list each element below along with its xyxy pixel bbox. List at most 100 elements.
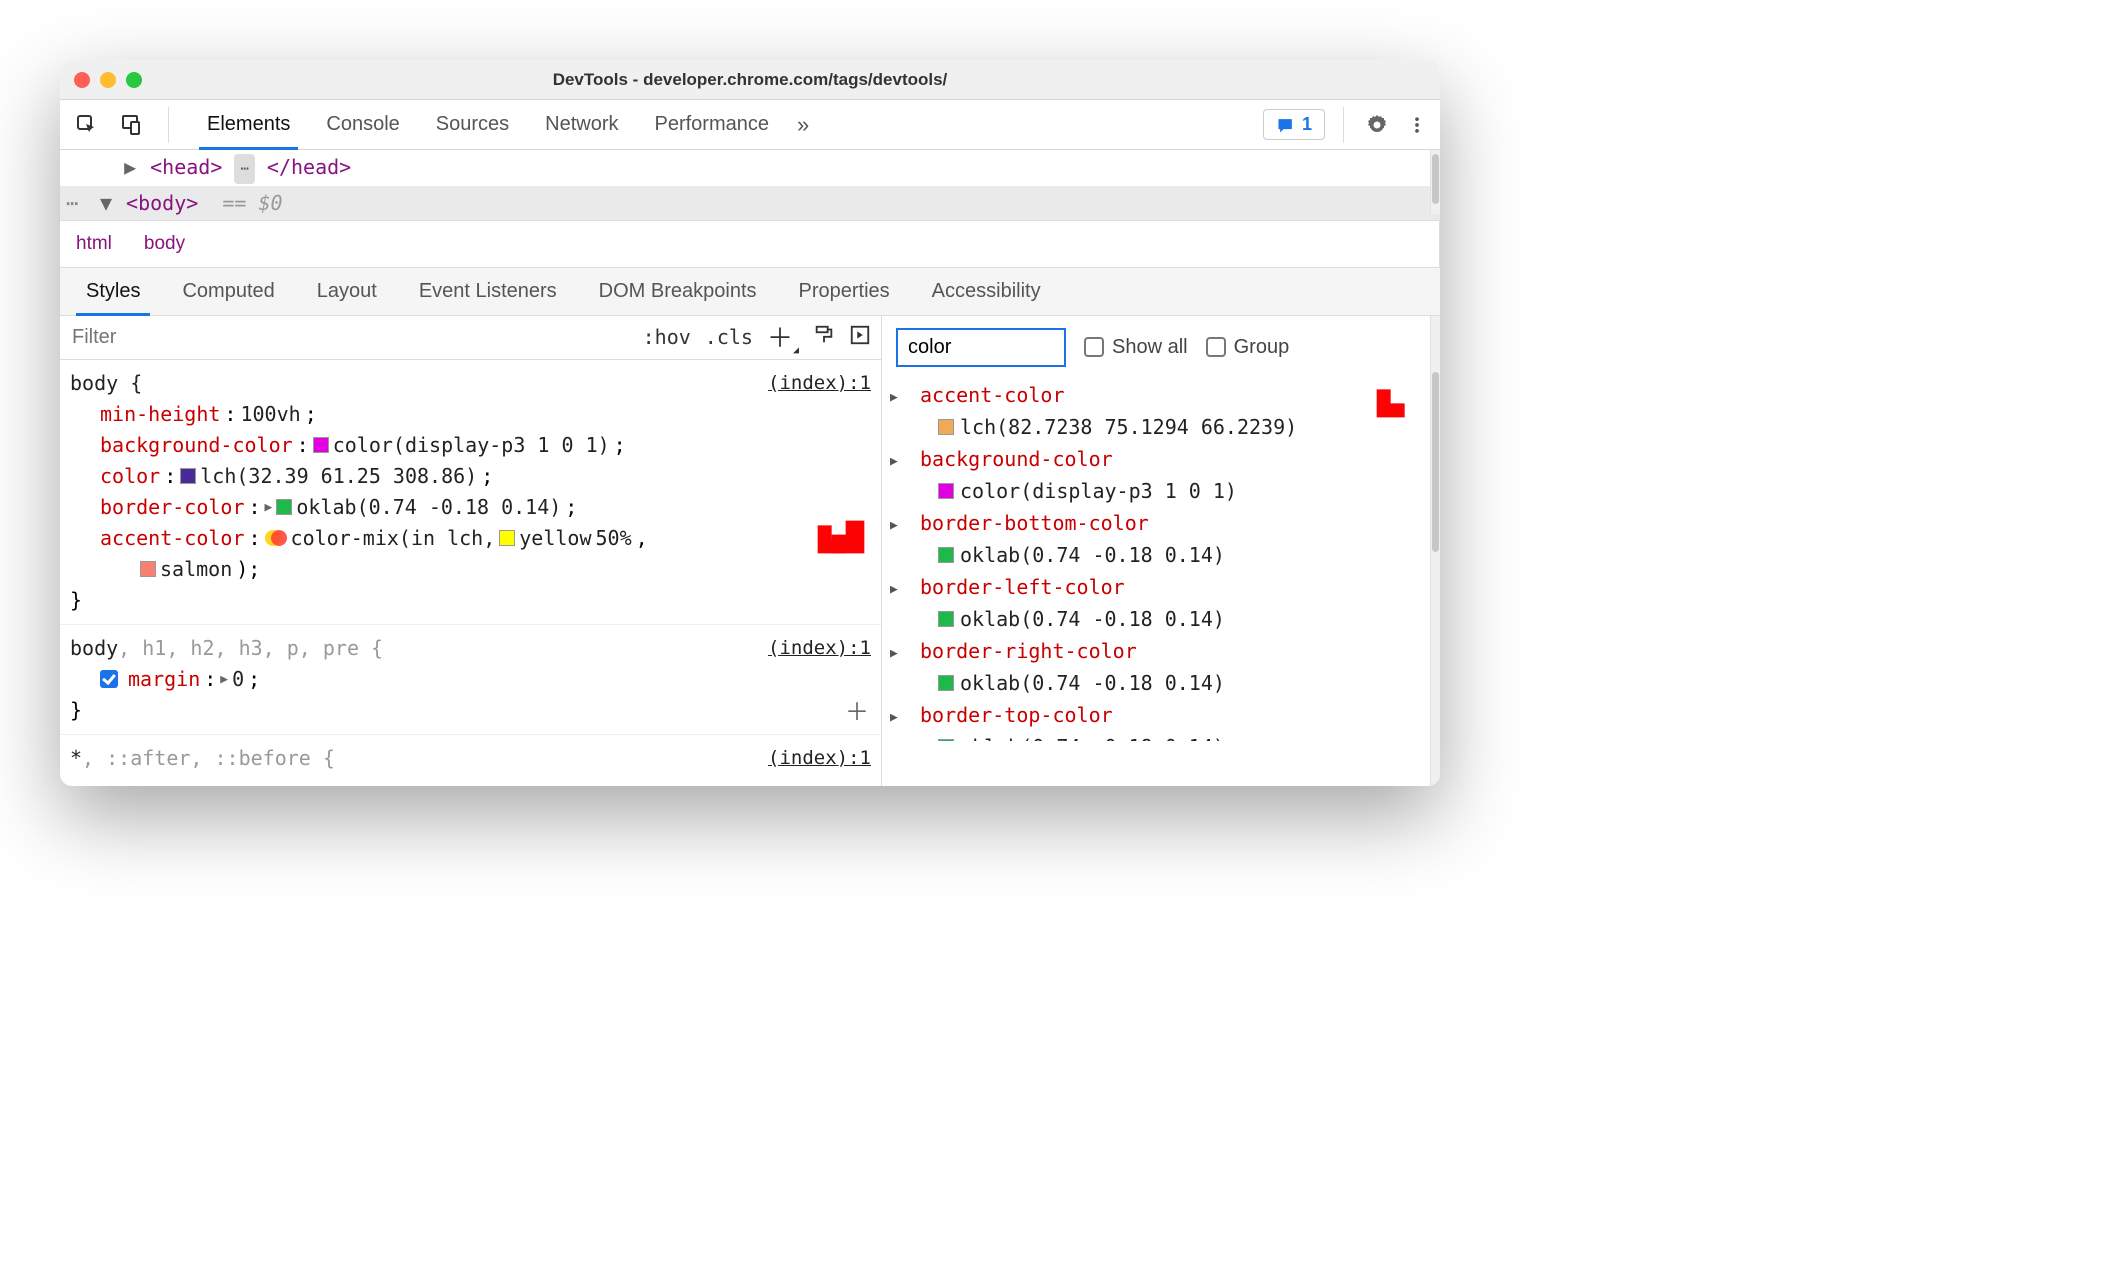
devtools-window: DevTools - developer.chrome.com/tags/dev… bbox=[60, 60, 1440, 786]
computed-item[interactable]: ▶ border-top-coloroklab(0.74 -0.18 0.14) bbox=[890, 699, 1432, 741]
source-link[interactable]: (index):1 bbox=[768, 633, 871, 664]
computed-pane: Show all Group ▶accent-colorlch(82.7238 … bbox=[882, 316, 1440, 786]
expand-icon[interactable]: ▶ bbox=[890, 702, 898, 734]
prop-min-height[interactable]: min-height bbox=[100, 399, 220, 430]
subtab-event-listeners[interactable]: Event Listeners bbox=[403, 268, 573, 315]
computed-prop-value: oklab(0.74 -0.18 0.14) bbox=[908, 667, 1432, 699]
computed-prop-value: oklab(0.74 -0.18 0.14) bbox=[908, 539, 1432, 571]
tab-sources[interactable]: Sources bbox=[418, 100, 527, 149]
computed-item[interactable]: ▶accent-colorlch(82.7238 75.1294 66.2239… bbox=[890, 379, 1432, 443]
color-mix-swatch-icon[interactable] bbox=[265, 530, 287, 546]
source-link[interactable]: (index):1 bbox=[768, 743, 871, 774]
computed-item[interactable]: ▶ border-right-coloroklab(0.74 -0.18 0.14… bbox=[890, 635, 1432, 699]
color-swatch-icon[interactable] bbox=[499, 530, 515, 546]
color-swatch-icon[interactable] bbox=[938, 675, 954, 691]
computed-prop-value: color(display-p3 1 0 1) bbox=[908, 475, 1432, 507]
computed-prop-value: oklab(0.74 -0.18 0.14) bbox=[908, 603, 1432, 635]
color-swatch-icon[interactable] bbox=[938, 739, 954, 741]
traffic-minimize[interactable] bbox=[100, 72, 116, 88]
new-style-rule-icon[interactable]: ＋◢ bbox=[767, 318, 799, 356]
cls-toggle[interactable]: .cls bbox=[705, 325, 753, 349]
paint-format-icon[interactable] bbox=[813, 324, 835, 351]
expand-icon[interactable]: ▶ bbox=[890, 638, 898, 670]
computed-prop-name: border-top-color bbox=[908, 699, 1432, 731]
prop-margin[interactable]: margin bbox=[128, 664, 200, 695]
kebab-menu-icon[interactable] bbox=[1402, 110, 1432, 140]
expand-shorthand-icon[interactable]: ▶ bbox=[265, 492, 273, 523]
tab-network[interactable]: Network bbox=[527, 100, 636, 149]
tab-elements[interactable]: Elements bbox=[189, 100, 308, 149]
computed-prop-name: accent-color bbox=[908, 379, 1432, 411]
computed-item[interactable]: ▶ background-colorcolor(display-p3 1 0 1) bbox=[890, 443, 1432, 507]
expand-shorthand-icon[interactable]: ▶ bbox=[220, 664, 228, 695]
issues-button[interactable]: 1 bbox=[1263, 109, 1325, 140]
ellipsis-icon[interactable]: ⋯ bbox=[234, 154, 254, 184]
styles-filter-input[interactable] bbox=[60, 326, 633, 349]
color-swatch-icon[interactable] bbox=[938, 611, 954, 627]
subtab-computed[interactable]: Computed bbox=[166, 268, 290, 315]
device-toggle-icon[interactable] bbox=[116, 110, 146, 140]
style-rule-universal[interactable]: *, ::after, ::before { (index):1 bbox=[60, 735, 881, 777]
subtab-accessibility[interactable]: Accessibility bbox=[916, 268, 1057, 315]
dom-node-head[interactable]: ▶ <head> ⋯ </head> bbox=[60, 150, 1440, 186]
dom-node-body[interactable]: ⋯ ▼ <body> == $0 bbox=[60, 186, 1440, 220]
traffic-zoom[interactable] bbox=[126, 72, 142, 88]
selector-text: body { bbox=[70, 368, 142, 399]
prop-accent-color[interactable]: accent-color bbox=[100, 523, 245, 554]
tabs-overflow[interactable]: » bbox=[787, 112, 819, 138]
style-rule-body[interactable]: body { (index):1 min-height: 100vh; back… bbox=[60, 360, 881, 625]
computed-prop-name: background-color bbox=[908, 443, 1432, 475]
window-title: DevTools - developer.chrome.com/tags/dev… bbox=[60, 70, 1440, 90]
color-swatch-icon[interactable] bbox=[938, 483, 954, 499]
tab-performance[interactable]: Performance bbox=[637, 100, 788, 149]
breadcrumb-body[interactable]: body bbox=[128, 221, 201, 267]
computed-prop-name: border-right-color bbox=[908, 635, 1432, 667]
issues-icon bbox=[1276, 115, 1296, 135]
computed-item[interactable]: ▶border-left-coloroklab(0.74 -0.18 0.14) bbox=[890, 571, 1432, 635]
hov-toggle[interactable]: :hov bbox=[643, 325, 691, 349]
computed-prop-value: oklab(0.74 -0.18 0.14) bbox=[908, 731, 1432, 741]
computed-filter-input[interactable] bbox=[896, 328, 1066, 367]
computed-prop-name: border-bottom-color bbox=[908, 507, 1432, 539]
styles-filter-row: :hov .cls ＋◢ bbox=[60, 316, 881, 360]
color-swatch-icon[interactable] bbox=[180, 468, 196, 484]
tab-console[interactable]: Console bbox=[308, 100, 417, 149]
traffic-lights bbox=[74, 72, 142, 88]
traffic-close[interactable] bbox=[74, 72, 90, 88]
show-all-checkbox[interactable]: Show all bbox=[1084, 336, 1188, 359]
settings-gear-icon[interactable] bbox=[1362, 110, 1392, 140]
color-swatch-icon[interactable] bbox=[938, 419, 954, 435]
annotation-arrow-icon bbox=[1372, 366, 1428, 427]
computed-scrollbar[interactable] bbox=[1430, 316, 1440, 786]
color-swatch-icon[interactable] bbox=[313, 437, 329, 453]
group-checkbox[interactable]: Group bbox=[1206, 336, 1290, 359]
dom-scrollbar[interactable] bbox=[1430, 150, 1440, 214]
subtab-dom-breakpoints[interactable]: DOM Breakpoints bbox=[583, 268, 773, 315]
titlebar: DevTools - developer.chrome.com/tags/dev… bbox=[60, 60, 1440, 100]
prop-border-color[interactable]: border-color bbox=[100, 492, 245, 523]
expand-icon[interactable]: ▶ bbox=[890, 574, 898, 606]
subtab-styles[interactable]: Styles bbox=[70, 268, 156, 315]
expand-icon[interactable]: ▶ bbox=[890, 446, 898, 478]
computed-item[interactable]: ▶ border-bottom-coloroklab(0.74 -0.18 0.1… bbox=[890, 507, 1432, 571]
style-rule-body-multi[interactable]: body, h1, h2, h3, p, pre { (index):1 mar… bbox=[60, 625, 881, 735]
computed-panel-icon[interactable] bbox=[849, 324, 871, 351]
annotation-arrow-icon bbox=[813, 502, 869, 567]
expand-icon[interactable]: ▶ bbox=[890, 382, 898, 414]
breadcrumb-html[interactable]: html bbox=[60, 221, 128, 267]
insert-style-rule-icon[interactable]: ＋ bbox=[845, 697, 869, 728]
color-swatch-icon[interactable] bbox=[276, 499, 292, 515]
source-link[interactable]: (index):1 bbox=[768, 368, 871, 399]
prop-background-color[interactable]: background-color bbox=[100, 430, 293, 461]
prop-color[interactable]: color bbox=[100, 461, 160, 492]
color-swatch-icon[interactable] bbox=[140, 561, 156, 577]
dom-tree[interactable]: ▶ <head> ⋯ </head> ⋯ ▼ <body> == $0 bbox=[60, 150, 1440, 220]
main-toolbar: Elements Console Sources Network Perform… bbox=[60, 100, 1440, 150]
property-checkbox[interactable] bbox=[100, 670, 118, 688]
expand-icon[interactable]: ▶ bbox=[890, 510, 898, 542]
inspect-element-icon[interactable] bbox=[72, 110, 102, 140]
styles-subtabs: Styles Computed Layout Event Listeners D… bbox=[60, 268, 1440, 316]
subtab-layout[interactable]: Layout bbox=[301, 268, 393, 315]
color-swatch-icon[interactable] bbox=[938, 547, 954, 563]
subtab-properties[interactable]: Properties bbox=[783, 268, 906, 315]
